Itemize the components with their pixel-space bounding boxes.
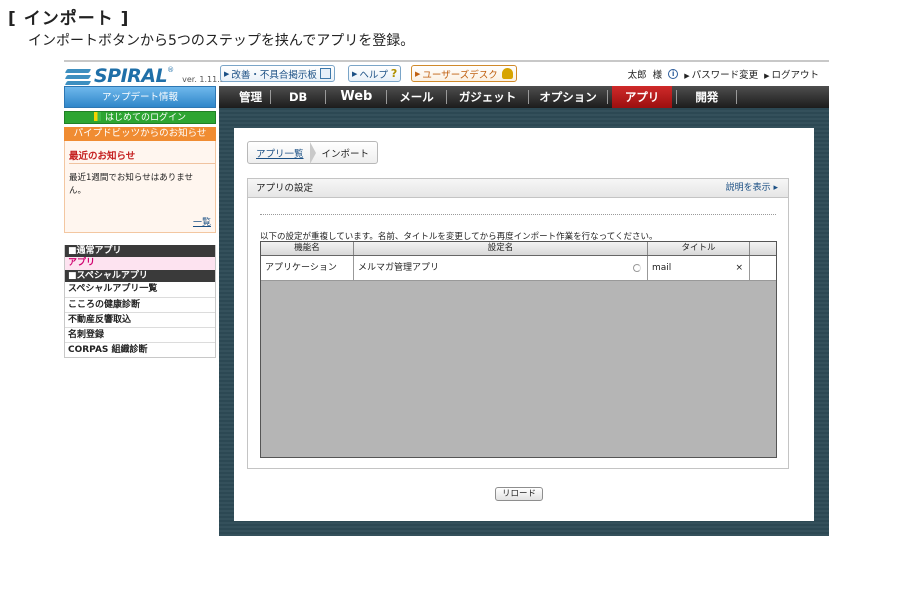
- info-icon[interactable]: i: [668, 69, 679, 79]
- news-header: パイプドビッツからのお知らせ: [64, 127, 216, 141]
- bell-icon: [501, 68, 513, 79]
- spiral-logo[interactable]: SPIRAL ® ver. 1.11.3: [64, 64, 225, 87]
- nav-option[interactable]: オプション: [529, 86, 607, 108]
- clear-icon[interactable]: ×: [735, 256, 743, 281]
- section-special-apps: ■スペシャルアプリ: [65, 270, 215, 282]
- sidebar-item-business-card[interactable]: 名刺登録: [65, 327, 215, 342]
- section-normal-apps: ■通常アプリ: [65, 245, 215, 257]
- content-panel: アプリ一覧 インポート アプリの設定 説明を表示 ▸ 以下の設定が重複しています…: [234, 128, 814, 521]
- nav-app[interactable]: アプリ: [611, 86, 673, 108]
- board-label: 改善・不具合掲示板: [231, 69, 317, 81]
- version-label: ver. 1.11.3: [182, 75, 225, 84]
- column-header-blank: [750, 242, 776, 255]
- doc-title: [ インポート ]: [8, 9, 130, 29]
- panel-header: アプリの設定 説明を表示 ▸: [248, 179, 788, 198]
- app-window: SPIRAL ® ver. 1.11.3 ▶ 改善・不具合掲示板 ▶ ヘルプ ?…: [64, 60, 829, 536]
- settings-table: 機能名 設定名 タイトル アプリケーション メルマガ管理アプリ mail ×: [260, 241, 777, 458]
- arrow-right-icon: ▶: [352, 69, 358, 78]
- loading-spinner-icon: [633, 264, 641, 272]
- main-area: アプリ一覧 インポート アプリの設定 説明を表示 ▸ 以下の設定が重複しています…: [219, 108, 829, 536]
- logo-text: SPIRAL: [94, 65, 168, 87]
- show-help-link[interactable]: 説明を表示 ▸: [726, 179, 778, 198]
- arrow-right-icon: ▶: [224, 69, 230, 78]
- user-name: 太郎 様: [627, 70, 663, 81]
- users-desk-label: ユーザーズデスク: [422, 69, 498, 81]
- news-box: 最近のお知らせ 最近1週間でお知らせはありません。 一覧: [64, 141, 216, 233]
- nav-db[interactable]: DB: [271, 86, 325, 108]
- cell-function: アプリケーション: [261, 256, 354, 280]
- registered-mark: ®: [167, 66, 175, 74]
- arrow-right-icon: ▶: [415, 69, 421, 78]
- top-divider: [64, 60, 829, 62]
- setting-name-value: メルマガ管理アプリ: [358, 263, 440, 273]
- title-input[interactable]: mail ×: [648, 256, 750, 280]
- table-row: アプリケーション メルマガ管理アプリ mail ×: [261, 256, 776, 281]
- app-settings-panel: アプリの設定 説明を表示 ▸ 以下の設定が重複しています。名前、タイトルを変更し…: [247, 178, 789, 469]
- news-text: 最近1週間でお知らせはありません。: [69, 173, 193, 196]
- main-nav: 管理 DB Web メール ガジェット オプション アプリ 開発: [219, 86, 829, 108]
- board-button[interactable]: ▶ 改善・不具合掲示板: [220, 65, 335, 82]
- help-label: ヘルプ: [359, 69, 388, 81]
- first-login-label: はじめてのログイン: [104, 113, 186, 123]
- dotted-divider: [260, 214, 776, 215]
- sidebar-item-realestate[interactable]: 不動産反響取込: [65, 312, 215, 327]
- first-login-button[interactable]: はじめてのログイン: [64, 111, 216, 124]
- nav-web[interactable]: Web: [326, 86, 386, 108]
- board-window-icon: [319, 68, 331, 79]
- setting-name-input[interactable]: メルマガ管理アプリ: [354, 256, 648, 280]
- divider: [69, 163, 215, 164]
- sidebar: アップデート情報 はじめてのログイン パイプドビッツからのお知らせ 最近のお知ら…: [64, 86, 216, 358]
- column-header-setting: 設定名: [354, 242, 648, 255]
- doc-subtitle: インポートボタンから5つのステップを挟んでアプリを登録。: [28, 33, 415, 49]
- sidebar-item-mental-health[interactable]: こころの健康診断: [65, 297, 215, 312]
- breadcrumb-current: インポート: [321, 148, 370, 160]
- nav-divider: [736, 90, 738, 104]
- sidebar-item-app[interactable]: アプリ: [65, 257, 215, 270]
- breadcrumb-app-list[interactable]: アプリ一覧: [248, 146, 310, 160]
- nav-mail[interactable]: メール: [387, 86, 446, 108]
- breadcrumb: アプリ一覧 インポート: [247, 141, 379, 164]
- nav-dev[interactable]: 開発: [677, 86, 736, 108]
- column-header-function: 機能名: [261, 242, 354, 255]
- nav-divider: [606, 90, 608, 104]
- panel-title: アプリの設定: [256, 183, 314, 194]
- news-list-link[interactable]: 一覧: [193, 215, 211, 228]
- title-value: mail: [652, 263, 672, 273]
- sidebar-item-corpas[interactable]: CORPAS 組織診断: [65, 342, 215, 357]
- chevron-right-icon: [309, 141, 316, 164]
- update-info-button[interactable]: アップデート情報: [64, 86, 216, 108]
- password-change-link[interactable]: ▶ パスワード変更: [684, 67, 758, 81]
- table-header: 機能名 設定名 タイトル: [261, 242, 776, 256]
- reload-button[interactable]: リロード: [495, 487, 543, 501]
- users-desk-button[interactable]: ▶ ユーザーズデスク: [411, 65, 517, 82]
- arrow-right-icon: ▶: [764, 72, 770, 80]
- arrow-right-icon: ▶: [684, 72, 690, 80]
- nav-gadget[interactable]: ガジェット: [447, 86, 529, 108]
- beginner-mark-icon: [93, 112, 101, 121]
- user-area: 太郎 様 i ▶ パスワード変更 ▶ ログアウト: [628, 67, 819, 81]
- column-header-title: タイトル: [648, 242, 750, 255]
- help-button[interactable]: ▶ ヘルプ ?: [348, 65, 402, 82]
- nav-admin[interactable]: 管理: [219, 86, 270, 108]
- app-list: ■通常アプリ アプリ ■スペシャルアプリ スペシャルアプリ一覧 こころの健康診断…: [64, 245, 216, 358]
- news-title: 最近のお知らせ: [69, 151, 136, 162]
- question-icon: ?: [390, 67, 398, 80]
- cell-blank: [750, 256, 776, 280]
- sidebar-item-special-list[interactable]: スペシャルアプリ一覧: [65, 282, 215, 297]
- spiral-logo-icon: [64, 66, 92, 86]
- logout-link[interactable]: ▶ ログアウト: [764, 67, 819, 81]
